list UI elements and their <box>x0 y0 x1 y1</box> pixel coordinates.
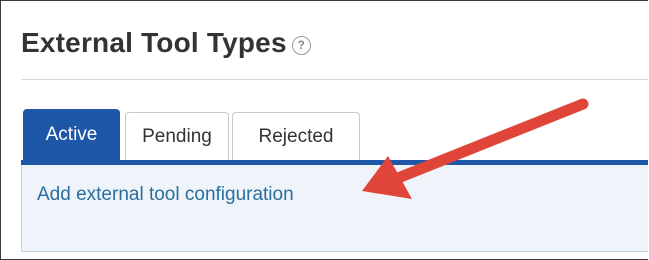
tab-rejected-label: Rejected <box>258 125 334 147</box>
header-divider <box>21 79 648 80</box>
page-header: External Tool Types ? <box>21 27 311 59</box>
tab-pending[interactable]: Pending <box>125 112 229 160</box>
help-icon[interactable]: ? <box>291 36 311 55</box>
tab-strip: Active Pending Rejected <box>23 109 363 160</box>
page-frame: External Tool Types ? Active Pending Rej… <box>0 0 648 260</box>
tab-active[interactable]: Active <box>23 109 120 160</box>
add-external-tool-link[interactable]: Add external tool configuration <box>37 184 294 206</box>
tab-pending-label: Pending <box>142 125 212 147</box>
tab-rejected[interactable]: Rejected <box>232 112 360 160</box>
page-title: External Tool Types <box>21 27 287 58</box>
tab-content-panel: Add external tool configuration <box>21 165 648 252</box>
tab-active-label: Active <box>45 124 98 145</box>
